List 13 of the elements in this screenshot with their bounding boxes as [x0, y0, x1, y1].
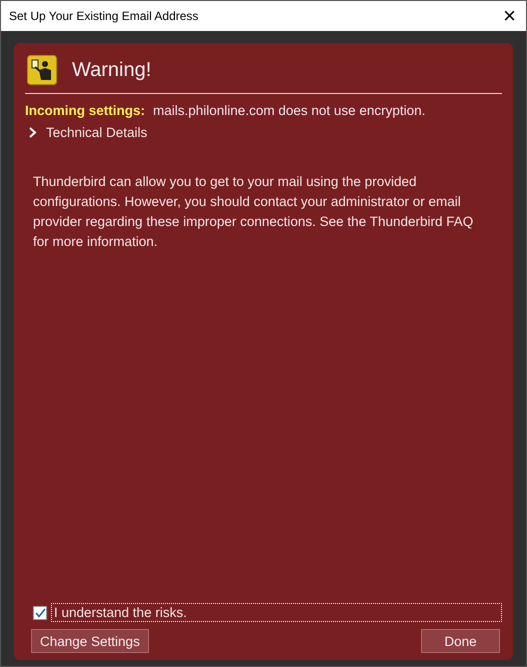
close-button[interactable]: ×	[501, 5, 518, 27]
settings-message: mails.philonline.com does not use encryption.	[153, 103, 426, 118]
checkbox-label[interactable]: I understand the risks.	[51, 603, 502, 622]
settings-label: Incoming settings:	[25, 103, 146, 118]
checkbox[interactable]	[33, 606, 47, 620]
warning-message: Thunderbird can allow you to get to your mail using the provided configurations. However, you should contact your administrator or email provider regarding these improper connections. See the Thunderbird FAQ for more information.	[33, 173, 474, 251]
window-title: Set Up Your Existing Email Address	[9, 9, 198, 23]
officer-icon	[27, 55, 57, 85]
warning-title: Warning!	[72, 58, 152, 82]
done-button[interactable]: Done	[421, 629, 500, 653]
change-settings-button[interactable]: Change Settings	[31, 629, 149, 653]
technical-details-toggle[interactable]: Technical Details	[25, 125, 148, 140]
chevron-icon	[29, 127, 37, 138]
